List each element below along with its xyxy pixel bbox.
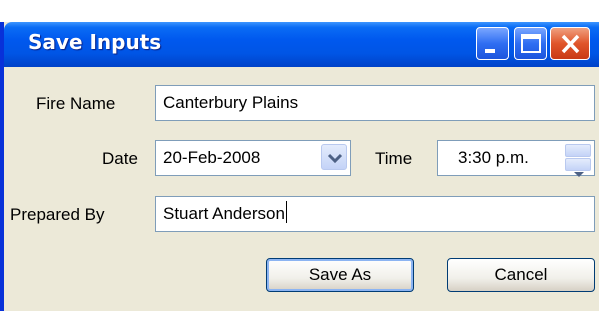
date-value: 20-Feb-2008 [163,148,261,167]
fire-name-input[interactable]: Canterbury Plains [155,85,595,121]
time-label: Time [375,149,413,168]
cancel-button[interactable]: Cancel [447,258,595,292]
maximize-icon [521,34,541,53]
maximize-button[interactable] [514,27,547,60]
window-title: Save Inputs [28,30,162,54]
chevron-down-icon [574,172,584,177]
date-picker[interactable]: 20-Feb-2008 [155,140,351,176]
date-dropdown-button[interactable] [321,144,347,170]
close-button[interactable] [550,27,590,60]
time-spin-buttons [565,144,591,177]
fire-name-value: Canterbury Plains [163,93,299,112]
time-increment-button[interactable] [565,144,591,163]
time-stepper[interactable]: 3:30 p.m. [437,140,595,177]
chevron-down-icon [327,153,343,164]
text-caret [285,201,287,223]
time-decrement-button[interactable] [565,158,591,177]
title-bar[interactable]: Save Inputs [4,22,599,67]
time-value: 3:30 p.m. [458,148,529,167]
close-icon [561,34,580,54]
save-as-button[interactable]: Save As [266,258,414,292]
minimize-icon [485,49,495,53]
prepared-by-label: Prepared By [10,205,105,224]
prepared-by-input[interactable]: Stuart Anderson [155,196,595,232]
save-inputs-dialog: Save Inputs Fire Name Canterbury Plains … [0,22,599,311]
minimize-button[interactable] [476,27,509,60]
prepared-by-value: Stuart Anderson [163,204,285,223]
fire-name-label: Fire Name [36,94,116,113]
date-label: Date [102,149,138,168]
